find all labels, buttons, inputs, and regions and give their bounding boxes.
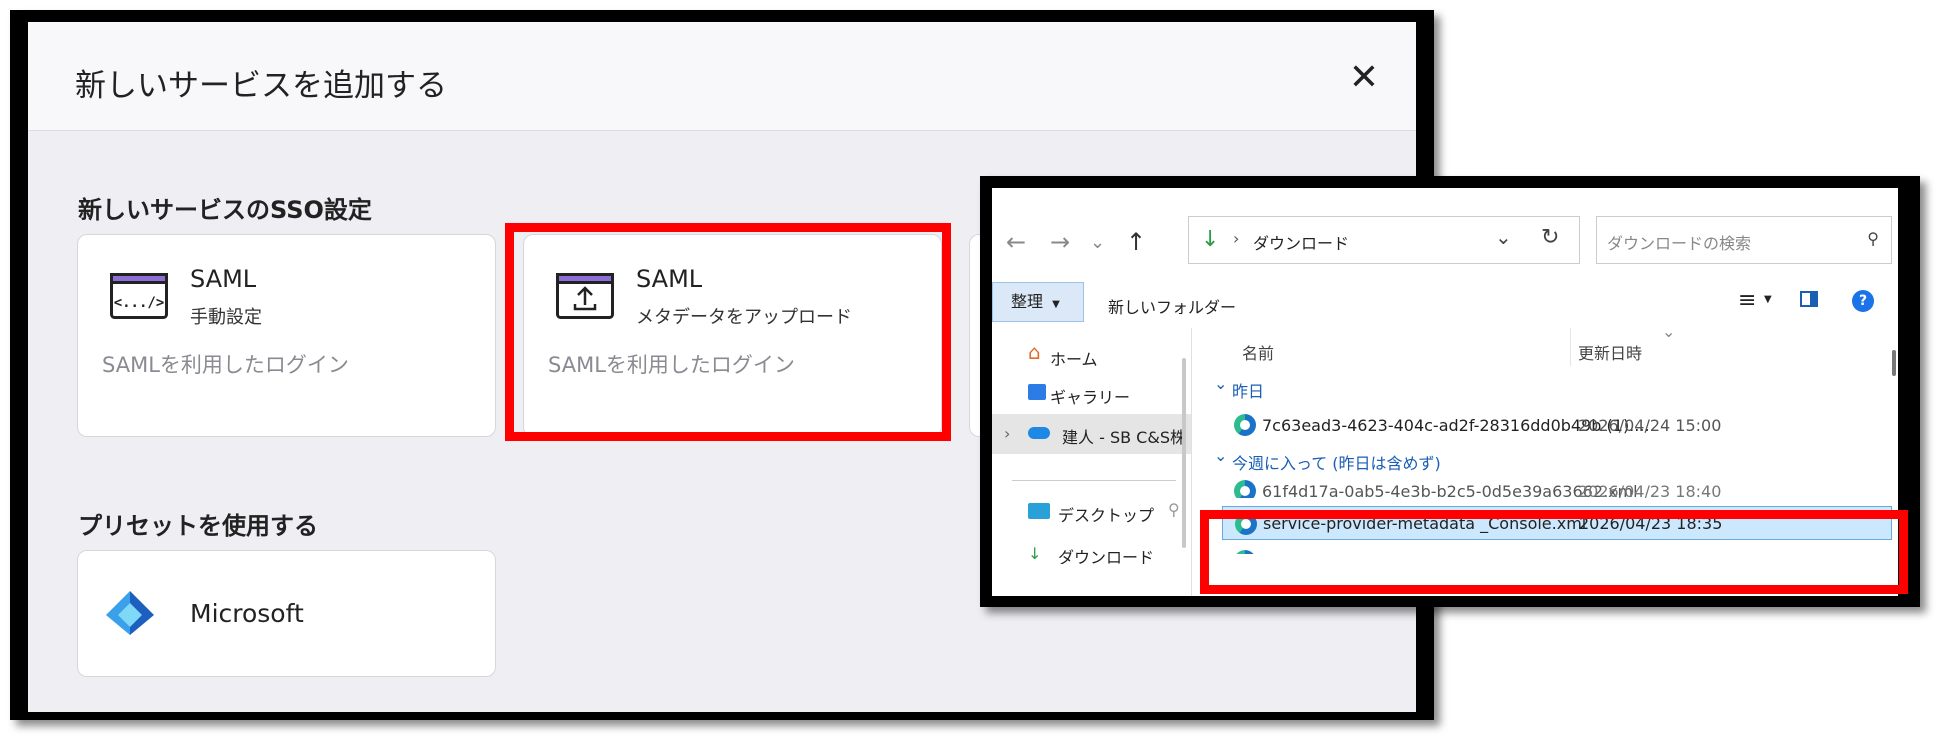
- navigation-pane: ⌂ ホーム ギャラリー › 建人 - SB C&S株 デスクトップ ⚲ ↓ ダウ…: [992, 328, 1192, 596]
- file-date: 2026/04/23 18:35: [1579, 514, 1723, 533]
- new-folder-button[interactable]: 新しいフォルダー: [1108, 294, 1236, 318]
- card-title: SAML: [636, 265, 703, 293]
- address-path: ダウンロード: [1253, 234, 1350, 253]
- address-bar[interactable]: ↓ › ダウンロード ⌄ ↻: [1188, 216, 1580, 264]
- sso-section-title: 新しいサービスのSSO設定: [78, 196, 372, 224]
- home-icon: ⌂: [1028, 340, 1041, 364]
- back-arrow-icon[interactable]: ←: [1006, 228, 1026, 256]
- cloud-icon: [1028, 427, 1050, 439]
- recent-chevron-icon[interactable]: ⌄: [1090, 232, 1105, 253]
- search-box[interactable]: ダウンロードの検索 ⚲: [1596, 216, 1892, 264]
- group-chevron-icon: ⌄: [1214, 446, 1228, 465]
- column-header-row: 名前 更新日時 ⌄: [1202, 322, 1892, 366]
- preset-label: Microsoft: [190, 599, 304, 628]
- edge-file-icon: [1234, 480, 1256, 498]
- upload-window-icon: [556, 273, 614, 319]
- nav-label: 建人 - SB C&S株: [1062, 428, 1186, 447]
- sort-chevron-icon: ⌄: [1662, 322, 1676, 341]
- view-list-icon[interactable]: ≡: [1738, 288, 1756, 313]
- svg-text:<.../>: <.../>: [114, 295, 165, 311]
- search-input[interactable]: ダウンロードの検索: [1607, 230, 1751, 254]
- saml-metadata-upload-card[interactable]: SAML メタデータをアップロード SAMLを利用したログイン: [523, 234, 942, 437]
- close-icon: ✕: [1348, 57, 1380, 98]
- microsoft-preset-card[interactable]: Microsoft: [77, 550, 496, 677]
- file-list-scrollbar[interactable]: [1892, 350, 1896, 376]
- edge-file-icon: [1235, 513, 1257, 535]
- nav-item-desktop[interactable]: デスクトップ ⚲: [992, 492, 1192, 532]
- help-icon[interactable]: ?: [1852, 290, 1874, 312]
- preset-section-title: プリセットを使用する: [78, 512, 318, 540]
- path-separator-icon: ›: [1233, 229, 1240, 248]
- group-header-this-week[interactable]: ⌄ 今週に入って (昨日は含めず): [1202, 442, 1892, 476]
- card-subtitle: 手動設定: [190, 307, 262, 328]
- table-row[interactable]: 7c63ead3-4623-404c-ad2f-28316dd0b49b (1)…: [1202, 408, 1892, 442]
- group-label: 今週に入って (昨日は含めず): [1232, 454, 1441, 473]
- file-name: service-provider-metadata _Console.xml: [1263, 514, 1587, 533]
- saml-manual-card[interactable]: <.../> SAML 手動設定 SAMLを利用したログイン: [77, 234, 496, 437]
- refresh-icon[interactable]: ↻: [1541, 225, 1559, 250]
- nav-divider: [1012, 480, 1176, 481]
- modal-title: 新しいサービスを追加する: [75, 68, 447, 104]
- edge-file-icon: [1234, 550, 1256, 554]
- column-header-date[interactable]: 更新日時: [1578, 340, 1642, 364]
- card-subtitle: メタデータをアップロード: [636, 307, 852, 328]
- close-button[interactable]: ✕: [1348, 60, 1380, 96]
- up-arrow-icon[interactable]: ↑: [1126, 228, 1146, 256]
- organize-label: 整理: [1011, 292, 1044, 311]
- nav-label: ギャラリー: [1050, 388, 1131, 407]
- gallery-icon: [1028, 384, 1046, 400]
- pin-icon: ⚲: [1168, 500, 1180, 519]
- group-header-yesterday[interactable]: ⌄ 昨日: [1202, 370, 1892, 404]
- nav-scrollbar[interactable]: [1182, 358, 1186, 548]
- forward-arrow-icon[interactable]: →: [1050, 228, 1070, 256]
- explorer-frame: ← → ⌄ ↑ ↓ › ダウンロード ⌄ ↻ ダウンロードの検索 ⚲ 整理 ▼ …: [980, 176, 1920, 607]
- card-description: SAMLを利用したログイン: [548, 353, 795, 377]
- explorer-toolbar: ← → ⌄ ↑ ↓ › ダウンロード ⌄ ↻ ダウンロードの検索 ⚲: [992, 188, 1898, 278]
- microsoft-entra-icon: [106, 591, 154, 635]
- file-explorer-window: ← → ⌄ ↑ ↓ › ダウンロード ⌄ ↻ ダウンロードの検索 ⚲ 整理 ▼ …: [992, 188, 1898, 596]
- nav-item-gallery[interactable]: ギャラリー: [992, 374, 1192, 414]
- file-date: 2026/04/24 15:00: [1578, 416, 1722, 435]
- edge-file-icon: [1234, 414, 1256, 436]
- code-window-icon: <.../>: [110, 273, 168, 319]
- table-row-selected[interactable]: service-provider-metadata _Console.xml 2…: [1222, 506, 1892, 540]
- expand-chevron-icon[interactable]: ›: [1004, 424, 1010, 443]
- address-dropdown-icon[interactable]: ⌄: [1495, 225, 1512, 249]
- nav-item-onedrive[interactable]: › 建人 - SB C&S株: [992, 414, 1192, 454]
- view-dropdown-icon[interactable]: ▼: [1764, 294, 1772, 305]
- table-row[interactable]: [1202, 544, 1892, 554]
- nav-label: ダウンロード: [1058, 548, 1155, 564]
- organize-dropdown-icon: ▼: [1052, 299, 1060, 310]
- download-arrow-icon: ↓: [1201, 227, 1220, 252]
- column-header-name[interactable]: 名前: [1242, 340, 1274, 364]
- command-bar: 整理 ▼ 新しいフォルダー ≡ ▼ ?: [992, 278, 1898, 328]
- column-separator: [1570, 328, 1571, 366]
- modal-header: 新しいサービスを追加する ✕: [28, 22, 1416, 131]
- pane-divider: [1191, 328, 1192, 596]
- nav-label: ホーム: [1050, 350, 1098, 369]
- search-icon: ⚲: [1867, 229, 1879, 248]
- nav-item-downloads[interactable]: ↓ ダウンロード: [992, 534, 1192, 564]
- nav-label: デスクトップ: [1058, 506, 1155, 525]
- organize-button[interactable]: 整理 ▼: [992, 282, 1084, 322]
- desktop-icon: [1028, 503, 1050, 519]
- preview-pane-icon[interactable]: [1800, 291, 1818, 307]
- download-icon: ↓: [1028, 544, 1042, 563]
- file-date: 2026/04/23 18:40: [1578, 482, 1722, 498]
- group-chevron-icon: ⌄: [1214, 374, 1228, 393]
- card-title: SAML: [190, 265, 257, 293]
- file-list: 名前 更新日時 ⌄ ⌄ 昨日 7c63ead3-4623-404c-ad2f-2…: [1202, 322, 1898, 596]
- table-row[interactable]: 61f4d17a-0ab5-4e3b-b2c5-0d5e39a63662.xml…: [1202, 474, 1892, 498]
- nav-item-home[interactable]: ⌂ ホーム: [992, 336, 1192, 376]
- card-description: SAMLを利用したログイン: [102, 353, 349, 377]
- group-label: 昨日: [1232, 382, 1265, 401]
